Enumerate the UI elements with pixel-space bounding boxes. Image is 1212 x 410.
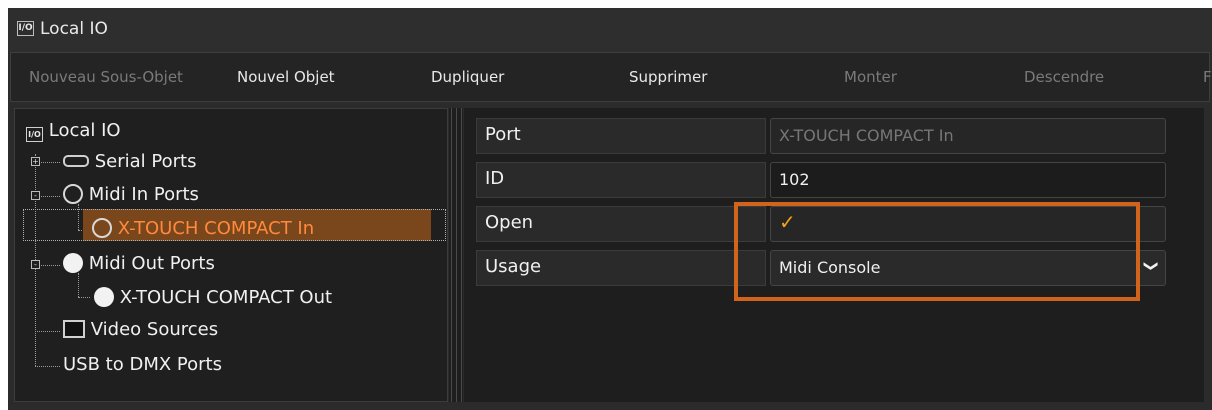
tree-item-video-sources[interactable]: Video Sources [63,318,218,340]
io-icon: I/O [17,21,34,36]
toolbar: Nouveau Sous-Objet Nouvel Objet Duplique… [10,52,1212,102]
chevron-down-icon[interactable]: ❯ [1143,260,1159,272]
move-down-button[interactable]: Descendre [1024,68,1104,86]
tree-item-serial-ports[interactable]: Serial Ports [63,150,196,172]
midi-in-icon [92,218,112,238]
midi-in-icon [63,184,83,204]
new-sub-object-button[interactable]: Nouveau Sous-Objet [29,68,183,86]
property-name: Open [476,206,766,242]
tree-root-label: Local IO [48,119,121,141]
serial-port-icon [63,155,89,167]
tree-item-midi-in-ports[interactable]: Midi In Ports [63,183,199,205]
title-bar: I/O Local IO [8,8,1212,52]
property-name: Usage [476,250,766,286]
monitor-icon [63,320,85,338]
property-name: Port [476,118,766,154]
tree-item-midi-out-ports[interactable]: Midi Out Ports [63,252,215,274]
expand-icon[interactable]: + [31,157,40,166]
tree-item-label: X-TOUCH COMPACT Out [119,286,333,308]
tree-item-xtouch-compact-in[interactable]: X-TOUCH COMPACT In [92,217,314,239]
duplicate-button[interactable]: Dupliquer [431,68,504,86]
tree-item-xtouch-compact-out[interactable]: X-TOUCH COMPACT Out [94,286,332,308]
io-icon: I/O [26,127,43,142]
tree-line [35,331,60,332]
tree-line [78,273,79,297]
property-row-id: ID 102 [476,162,1166,198]
tree-item-usb-to-dmx-ports[interactable]: USB to DMX Ports [63,353,222,375]
tree-item-label: Video Sources [90,318,219,340]
tree-item-label: Serial Ports [94,150,197,172]
panel-splitter[interactable] [449,108,463,402]
tree-item-label: USB to DMX Ports [63,353,222,375]
collapse-icon[interactable]: - [31,260,40,269]
property-row-port: Port X-TOUCH COMPACT In [476,118,1166,154]
property-name: ID [476,162,766,198]
tree-item-label: Midi In Ports [88,183,199,205]
tree-root-local-io[interactable]: I/O Local IO [26,119,121,142]
delete-button[interactable]: Supprimer [629,68,707,86]
id-input[interactable]: 102 [770,162,1166,198]
annotation-highlight-box [734,202,1140,301]
midi-out-icon [63,253,83,273]
tree-line [35,366,60,367]
new-object-button[interactable]: Nouvel Objet [237,68,335,86]
tree-item-label: X-TOUCH COMPACT In [117,217,315,239]
toolbar-overflow-button[interactable]: F [1203,68,1212,86]
port-value: X-TOUCH COMPACT In [770,118,1166,154]
collapse-icon[interactable]: - [31,191,40,200]
midi-out-icon [94,287,114,307]
tree-item-label: Midi Out Ports [88,252,215,274]
tree-line [78,297,90,298]
window-title: Local IO [40,19,108,39]
move-up-button[interactable]: Monter [844,68,897,86]
